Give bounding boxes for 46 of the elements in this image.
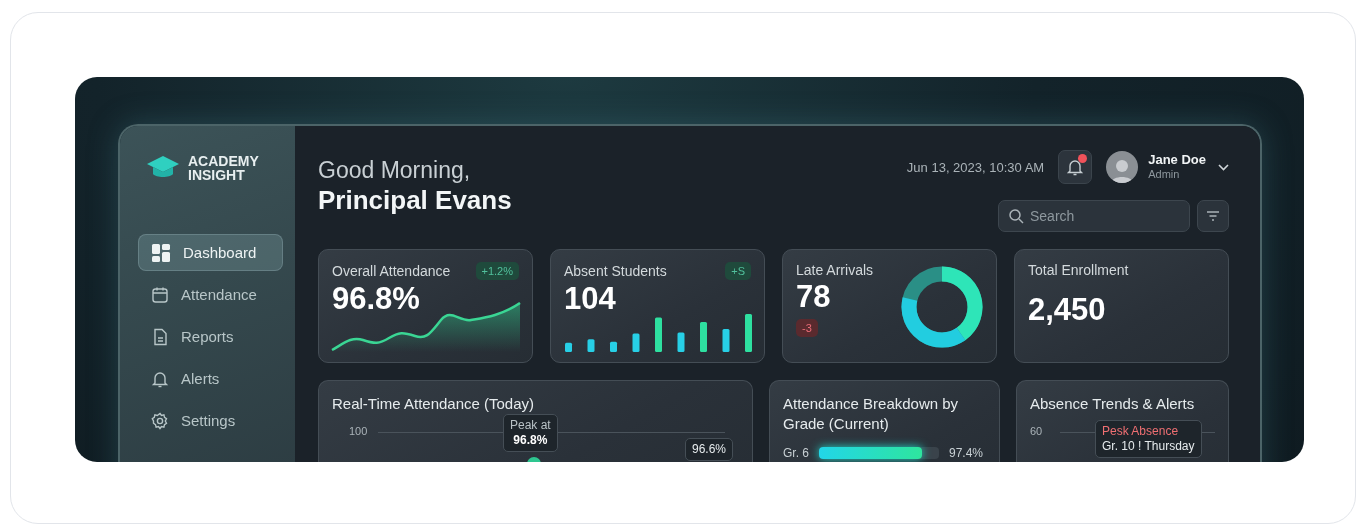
stat-value: 2,450	[1028, 292, 1107, 328]
gear-icon	[151, 411, 169, 430]
nav-item[interactable]: Dashboard	[138, 234, 283, 271]
grade-label: Gr. 6	[783, 446, 809, 460]
dashboard-grid-icon	[151, 242, 171, 263]
current-value-label: 96.6%	[684, 438, 733, 461]
stat-value: 78	[796, 279, 832, 315]
date-time: Jun 13, 2023, 10:30 AM	[906, 159, 1045, 175]
stat-title: Overall Attendance	[332, 263, 451, 279]
peak-tooltip: Peak at 96.8%	[503, 414, 558, 452]
axis-label: 60	[1030, 425, 1043, 437]
stat-value: 104	[564, 281, 617, 317]
calendar-icon	[151, 285, 169, 304]
stat-title: Late Arrivals	[796, 262, 874, 278]
user-title: Principal Evans	[318, 184, 512, 216]
brand-name: ACADEMY INSIGHT	[188, 154, 259, 182]
search-input[interactable]: Search	[1030, 208, 1180, 224]
chevron-down-icon[interactable]	[1218, 163, 1229, 171]
bell-icon	[1066, 158, 1085, 176]
nav-item[interactable]: Settings	[138, 402, 283, 439]
change-badge: -3	[796, 319, 818, 337]
panel-title: Absence Trends & Alerts	[1030, 394, 1196, 414]
alert-tooltip: Pesk Absence Gr. 10 ! Thursday	[1095, 420, 1202, 458]
user-name: Jane Doe	[1148, 152, 1206, 167]
user-role: Admin	[1148, 167, 1181, 182]
stat-value: 96.8%	[332, 281, 421, 317]
notification-button[interactable]	[1058, 150, 1093, 184]
greeting: Good Morning,	[318, 156, 472, 184]
filter-icon	[1206, 211, 1220, 221]
filter-button[interactable]	[1197, 200, 1229, 232]
panel-title: Attendance Breakdown by Grade (Current)	[783, 394, 960, 434]
change-badge: +S	[725, 262, 751, 280]
nav-item[interactable]: Reports	[138, 318, 283, 355]
nav-item[interactable]: Alerts	[138, 360, 283, 397]
avatar[interactable]	[1106, 151, 1139, 183]
document-icon	[151, 327, 169, 346]
axis-label: 100	[349, 425, 368, 437]
change-badge: +1.2%	[475, 262, 519, 280]
bell-icon	[151, 369, 169, 388]
stat-title: Total Enrollment	[1028, 262, 1129, 278]
search-field[interactable]: Search	[998, 200, 1190, 232]
search-icon	[1008, 208, 1024, 224]
panel-title: Real-Time Attendance (Today)	[332, 394, 536, 414]
nav-item[interactable]: Attendance	[138, 276, 283, 313]
grade-percentage: 97.4%	[949, 446, 984, 460]
stat-title: Absent Students	[564, 263, 667, 279]
